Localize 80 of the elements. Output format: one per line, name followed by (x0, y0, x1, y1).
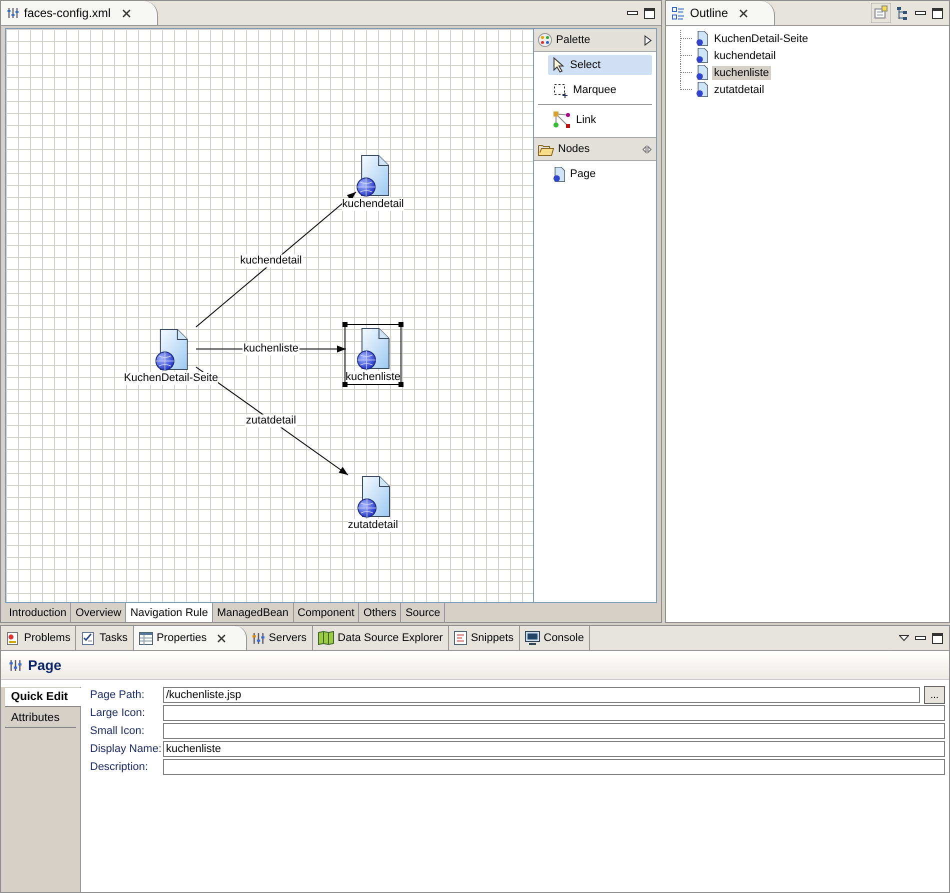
view-menu-icon[interactable] (899, 634, 909, 642)
marquee-icon (553, 82, 568, 98)
view-tab[interactable]: Servers (246, 626, 313, 650)
problems-icon (6, 631, 20, 645)
section-tab[interactable]: Quick Edit (5, 688, 81, 707)
palette-tool[interactable]: Select (548, 55, 652, 75)
sliders-icon (9, 658, 22, 672)
text-field[interactable] (163, 723, 945, 739)
close-icon[interactable] (122, 8, 131, 18)
node-label: kuchendetail (342, 198, 404, 211)
pointer-icon (553, 57, 565, 73)
outline-tab-title: Outline (690, 6, 728, 20)
text-field[interactable]: /kuchenliste.jsp (163, 687, 920, 703)
outline-item[interactable]: kuchenliste (712, 66, 772, 80)
triangle-icon[interactable] (644, 34, 652, 46)
browse-button[interactable]: ... (924, 686, 945, 704)
monitor-icon (524, 631, 540, 645)
connection-label: kuchendetail (239, 254, 303, 268)
palette-entry[interactable]: Page (548, 164, 652, 184)
palette-tool[interactable]: Link (548, 110, 652, 130)
palette-title: Palette (556, 34, 590, 46)
web-page-icon (356, 328, 390, 370)
editor-tab-title: faces-config.xml (24, 6, 111, 20)
text-field[interactable]: kuchenliste (163, 741, 945, 757)
web-page-icon (154, 329, 188, 371)
palette-tool[interactable]: Marquee (548, 80, 652, 100)
editor-tab[interactable]: faces-config.xml (1, 1, 158, 25)
web-page-icon (356, 476, 390, 518)
field-label: Small Icon: (90, 725, 146, 737)
outline-tab[interactable]: Outline (666, 1, 776, 25)
field-label: Page Path: (90, 689, 146, 701)
folder-icon (538, 142, 554, 156)
page-node[interactable]: zutatdetail (346, 472, 400, 533)
table-icon (138, 632, 153, 644)
outline-item[interactable]: zutatdetail (712, 82, 766, 96)
text-field[interactable] (163, 705, 945, 721)
web-page-icon (696, 31, 708, 46)
sliders-icon (252, 632, 265, 644)
map-icon (318, 631, 334, 645)
web-page-icon (696, 82, 708, 97)
close-icon[interactable] (216, 634, 226, 642)
checklist-icon (81, 631, 96, 645)
sliders-icon (7, 7, 19, 19)
diagram-canvas[interactable]: kuchendetail kuchenliste zutatdetail KuchenDetail-Seite kuchendetail kuchenliste zutatdetail (6, 29, 534, 602)
maximize-icon[interactable] (644, 8, 655, 18)
web-page-icon (696, 48, 708, 63)
outline-item[interactable]: KuchenDetail-Seite (712, 32, 810, 46)
web-page-icon (696, 65, 708, 80)
view-tab[interactable]: Console (520, 626, 590, 650)
outline-item[interactable]: kuchendetail (712, 48, 778, 62)
field-label: Large Icon: (90, 707, 146, 719)
graphical-view-icon[interactable] (871, 3, 891, 23)
connection-label: zutatdetail (244, 414, 298, 428)
node-label: zutatdetail (348, 519, 398, 532)
outline-icon (672, 6, 685, 20)
view-tab[interactable]: Properties (134, 626, 247, 650)
field-label: Display Name: (90, 743, 163, 755)
palette-header[interactable]: Palette (534, 29, 656, 52)
page-node[interactable]: kuchendetail (341, 151, 405, 212)
close-icon[interactable] (739, 8, 748, 18)
field-label: Description: (90, 761, 150, 773)
drawer-header[interactable]: Nodes (534, 137, 656, 161)
document-icon (454, 631, 467, 645)
selected-page-node[interactable]: kuchenliste (344, 324, 402, 385)
link-icon (553, 111, 571, 129)
editor-page-tab[interactable]: Navigation Rule (126, 603, 213, 622)
properties-title: Page (28, 657, 62, 673)
text-field[interactable] (163, 759, 945, 775)
node-label: KuchenDetail-Seite (124, 372, 218, 385)
web-page-icon (356, 155, 390, 197)
palette-icon (538, 33, 552, 47)
view-tab[interactable]: Data Source Explorer (312, 626, 449, 650)
node-label: kuchenliste (345, 371, 401, 384)
maximize-icon[interactable] (932, 632, 943, 644)
page-node[interactable]: KuchenDetail-Seite (122, 325, 220, 386)
drawer-title: Nodes (558, 143, 590, 155)
connection-label: kuchenliste (242, 342, 300, 356)
tree-view-icon[interactable] (897, 6, 909, 20)
web-page-icon (553, 166, 565, 182)
maximize-icon[interactable] (932, 8, 943, 18)
